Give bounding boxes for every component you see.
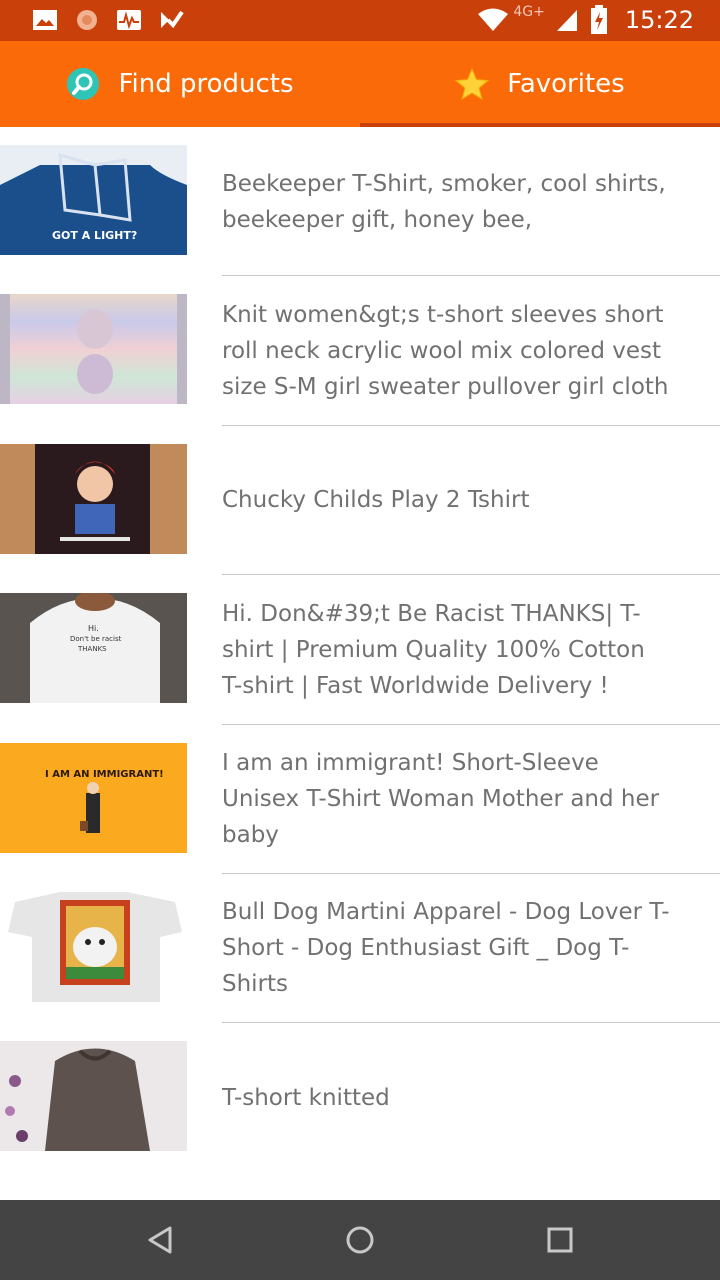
network-type: 4G+ bbox=[513, 4, 545, 20]
product-title: Chucky Childs Play 2 Tshirt bbox=[222, 487, 530, 514]
product-title: Hi. Don&#39;t Be Racist THANKS| T-shirt … bbox=[222, 600, 645, 699]
product-thumbnail bbox=[0, 891, 187, 1002]
product-title: T-short knitted bbox=[222, 1084, 390, 1111]
home-button[interactable] bbox=[342, 1222, 378, 1258]
product-title: Knit women&gt;s t-short sleeves short ro… bbox=[222, 301, 669, 400]
product-thumbnail bbox=[0, 294, 187, 405]
recents-icon bbox=[547, 1227, 573, 1253]
product-thumbnail bbox=[0, 443, 187, 554]
check-flag-icon bbox=[161, 10, 184, 29]
back-button[interactable] bbox=[142, 1222, 178, 1258]
product-thumbnail: Hi. Don't be racist THANKS bbox=[0, 593, 187, 704]
list-item[interactable]: Bull Dog Martini Apparel - Dog Lover T-S… bbox=[0, 874, 720, 1024]
product-title: I am an immigrant! Short-Sleeve Unisex T… bbox=[222, 750, 660, 849]
clock: 15:22 bbox=[624, 6, 694, 34]
star-icon bbox=[455, 67, 490, 101]
status-bar: 4G+ 15:22 bbox=[0, 0, 720, 41]
product-thumbnail bbox=[0, 1041, 187, 1152]
svg-text:Hi.: Hi. bbox=[88, 624, 99, 633]
signal-icon bbox=[556, 10, 577, 31]
battery-charging-icon bbox=[590, 5, 607, 34]
list-item[interactable]: Knit women&gt;s t-short sleeves short ro… bbox=[0, 276, 720, 426]
image-icon bbox=[33, 10, 57, 30]
list-item[interactable]: I AM AN IMMIGRANT! I am an immigrant! Sh… bbox=[0, 725, 720, 874]
product-title: Beekeeper T-Shirt, smoker, cool shirts, … bbox=[222, 170, 666, 233]
home-icon bbox=[346, 1226, 374, 1254]
svg-text:GOT A LIGHT?: GOT A LIGHT? bbox=[52, 229, 137, 242]
list-item[interactable]: Chucky Childs Play 2 Tshirt bbox=[0, 426, 720, 576]
tab-label: Find products bbox=[118, 69, 294, 99]
product-title: Bull Dog Martini Apparel - Dog Lover T-S… bbox=[222, 899, 670, 998]
settings-sun-icon bbox=[77, 10, 97, 30]
list-item[interactable]: Hi. Don't be racist THANKS Hi. Don&#39;t… bbox=[0, 575, 720, 725]
tab-favorites[interactable]: Favorites bbox=[360, 41, 720, 127]
wifi-icon bbox=[478, 8, 509, 31]
product-thumbnail: I AM AN IMMIGRANT! bbox=[0, 742, 187, 853]
search-globe-icon bbox=[67, 68, 100, 100]
back-icon bbox=[148, 1226, 172, 1254]
tab-bar: Find products Favorites bbox=[0, 41, 720, 127]
recents-button[interactable] bbox=[542, 1222, 578, 1258]
tab-label: Favorites bbox=[507, 69, 625, 99]
svg-text:I AM AN IMMIGRANT!: I AM AN IMMIGRANT! bbox=[45, 769, 164, 780]
navigation-bar bbox=[0, 1200, 720, 1280]
list-item[interactable]: GOT A LIGHT? Beekeeper T-Shirt, smoker, … bbox=[0, 127, 720, 277]
svg-text:THANKS: THANKS bbox=[77, 645, 107, 653]
pulse-icon bbox=[117, 10, 141, 30]
svg-text:Don't be racist: Don't be racist bbox=[70, 635, 122, 643]
list-item[interactable]: T-short knitted bbox=[0, 1023, 720, 1172]
tab-find-products[interactable]: Find products bbox=[0, 41, 360, 127]
product-thumbnail: GOT A LIGHT? bbox=[0, 145, 187, 255]
product-list: GOT A LIGHT? Beekeeper T-Shirt, smoker, … bbox=[0, 127, 720, 1173]
